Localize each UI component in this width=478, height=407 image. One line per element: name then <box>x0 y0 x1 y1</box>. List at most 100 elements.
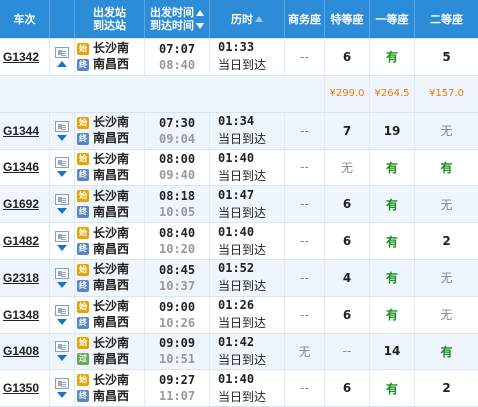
train-number-link[interactable]: G1348 <box>0 296 50 333</box>
train-number-link[interactable]: G2318 <box>0 259 50 296</box>
seat-premium[interactable]: 6 <box>325 370 370 407</box>
table-row[interactable]: G1692 始长沙南 终南昌西 08:18 10:05 01:47 当日到达 -… <box>0 186 478 224</box>
seat-business[interactable]: -- <box>285 259 325 296</box>
seat-second[interactable]: 2 <box>415 370 478 406</box>
document-icon[interactable] <box>55 267 69 279</box>
seat-first[interactable]: 有 <box>370 223 415 259</box>
seat-first[interactable]: 有 <box>370 259 415 296</box>
expand-icon[interactable] <box>57 318 67 325</box>
detail-toggle[interactable] <box>50 39 75 75</box>
expand-icon[interactable] <box>57 281 67 288</box>
seat-first[interactable]: 有 <box>370 186 415 223</box>
document-icon[interactable] <box>55 378 69 390</box>
train-number-link[interactable]: G1482 <box>0 223 50 259</box>
table-row[interactable]: G1344 始长沙南 终南昌西 07:30 09:04 01:34 当日到达 -… <box>0 112 478 150</box>
expand-icon[interactable] <box>57 171 67 178</box>
depart-time: 07:07 <box>159 41 196 56</box>
seat-second[interactable]: 2 <box>415 223 478 259</box>
table-row[interactable]: G1350 始长沙南 终南昌西 09:27 11:07 01:40 当日到达 -… <box>0 370 478 407</box>
expand-icon[interactable] <box>57 355 67 362</box>
price-premium: ¥299.0 <box>325 75 370 112</box>
col-stations[interactable]: 出发站 到达站 <box>75 0 145 38</box>
document-icon[interactable] <box>55 304 69 316</box>
document-icon[interactable] <box>55 341 69 353</box>
table-row[interactable]: G1408 始长沙南 过南昌西 09:09 10:51 01:42 当日到达 无… <box>0 333 478 371</box>
document-icon[interactable] <box>55 157 69 169</box>
duration-value: 01:42 <box>218 334 255 349</box>
seat-business[interactable]: -- <box>285 186 325 223</box>
train-number-link[interactable]: G1350 <box>0 370 50 407</box>
seat-business[interactable]: -- <box>285 112 325 149</box>
train-number-link[interactable]: G1408 <box>0 333 50 370</box>
seat-premium[interactable]: 6 <box>325 296 370 333</box>
table-row[interactable]: G1342 始长沙南 终南昌西 07:07 08:40 01:33 当日到达 -… <box>0 39 478 76</box>
sort-desc-icon[interactable] <box>196 23 204 29</box>
train-number-link[interactable]: G1346 <box>0 149 50 186</box>
table-row[interactable]: G1482 始长沙南 终南昌西 08:40 10:20 01:40 当日到达 -… <box>0 223 478 260</box>
seat-second[interactable]: 无 <box>415 113 478 149</box>
sort-asc-icon[interactable] <box>196 10 204 16</box>
col-train-no[interactable]: 车次 <box>0 0 50 38</box>
seat-business[interactable]: 无 <box>285 333 325 370</box>
times: 09:00 10:26 <box>145 296 210 333</box>
table-row[interactable]: G2318 始长沙南 终南昌西 08:45 10:37 01:52 当日到达 -… <box>0 259 478 297</box>
seat-first[interactable]: 14 <box>370 333 415 370</box>
seat-second[interactable]: 有 <box>415 150 478 186</box>
detail-toggle[interactable] <box>50 112 75 149</box>
seat-premium[interactable]: 4 <box>325 259 370 296</box>
detail-toggle[interactable] <box>50 296 75 333</box>
sort-icon[interactable] <box>255 16 263 22</box>
expand-icon[interactable] <box>57 134 67 141</box>
seat-first[interactable]: 19 <box>370 112 415 149</box>
times: 07:30 09:04 <box>145 112 210 149</box>
table-row[interactable]: G1346 始长沙南 终南昌西 08:00 09:40 01:40 当日到达 -… <box>0 149 478 187</box>
seat-premium[interactable]: 6 <box>325 39 370 75</box>
col-premium: 特等座 <box>325 0 370 38</box>
train-number-link[interactable]: G1342 <box>0 39 50 75</box>
seat-business[interactable]: -- <box>285 223 325 259</box>
arrive-time: 10:20 <box>159 242 196 257</box>
detail-toggle[interactable] <box>50 149 75 186</box>
detail-toggle[interactable] <box>50 186 75 223</box>
train-number-link[interactable]: G1344 <box>0 112 50 149</box>
seat-second[interactable]: 无 <box>415 297 478 333</box>
duration: 01:33 当日到达 <box>210 39 285 75</box>
seat-premium[interactable]: 6 <box>325 186 370 223</box>
stations: 始长沙南 终南昌西 <box>75 39 145 75</box>
collapse-icon[interactable] <box>57 60 67 67</box>
document-icon[interactable] <box>55 120 69 132</box>
arrive-time: 09:40 <box>159 168 196 183</box>
seat-business[interactable]: -- <box>285 39 325 75</box>
expand-icon[interactable] <box>57 392 67 399</box>
document-icon[interactable] <box>55 194 69 206</box>
to-station: 南昌西 <box>93 278 130 293</box>
seat-first[interactable]: 有 <box>370 296 415 333</box>
seat-premium[interactable]: 7 <box>325 112 370 149</box>
detail-toggle[interactable] <box>50 259 75 296</box>
train-number-link[interactable]: G1692 <box>0 186 50 223</box>
seat-first[interactable]: 有 <box>370 370 415 407</box>
seat-business[interactable]: -- <box>285 296 325 333</box>
table-row[interactable]: G1348 始长沙南 终南昌西 09:00 10:26 01:26 当日到达 -… <box>0 296 478 334</box>
seat-business[interactable]: -- <box>285 149 325 186</box>
expand-icon[interactable] <box>57 208 67 215</box>
col-duration[interactable]: 历时 <box>210 0 285 38</box>
seat-second[interactable]: 无 <box>415 186 478 222</box>
seat-business[interactable]: -- <box>285 370 325 407</box>
seat-second[interactable]: 5 <box>415 39 478 75</box>
detail-toggle[interactable] <box>50 223 75 259</box>
detail-toggle[interactable] <box>50 333 75 370</box>
seat-first[interactable]: 有 <box>370 149 415 186</box>
col-times[interactable]: 出发时间 到达时间 <box>145 0 210 38</box>
seat-premium[interactable]: -- <box>325 333 370 370</box>
detail-toggle[interactable] <box>50 370 75 407</box>
seat-premium[interactable]: 无 <box>325 149 370 186</box>
expand-icon[interactable] <box>57 245 67 252</box>
document-icon[interactable] <box>55 231 69 243</box>
seat-premium[interactable]: 6 <box>325 223 370 259</box>
seat-second[interactable]: 无 <box>415 260 478 296</box>
seat-second[interactable]: 有 <box>415 334 478 370</box>
seat-first[interactable]: 有 <box>370 39 415 75</box>
document-icon[interactable] <box>55 46 69 58</box>
duration-value: 01:40 <box>218 371 255 386</box>
